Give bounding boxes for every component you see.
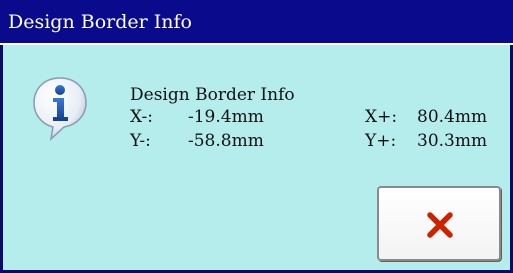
info-icon xyxy=(33,77,87,141)
close-icon xyxy=(427,212,453,238)
y-minus-value: -58.8mm xyxy=(188,131,264,151)
message-heading: Design Border Info xyxy=(130,85,295,105)
y-plus-label: Y+: xyxy=(365,131,397,151)
x-plus-label: X+: xyxy=(365,107,398,127)
y-plus-value: 30.3mm xyxy=(417,131,488,151)
close-button[interactable] xyxy=(377,186,501,261)
dialog-content: Design Border Info X-: -19.4mm Y-: -58.8… xyxy=(3,45,510,270)
x-minus-label: X-: xyxy=(130,107,153,127)
x-plus-value: 80.4mm xyxy=(417,107,488,127)
y-minus-label: Y-: xyxy=(130,131,151,151)
design-border-info-dialog: Design Border Info Design Border Info X-… xyxy=(0,0,513,273)
x-minus-value: -19.4mm xyxy=(188,107,264,127)
dialog-title: Design Border Info xyxy=(0,0,513,45)
